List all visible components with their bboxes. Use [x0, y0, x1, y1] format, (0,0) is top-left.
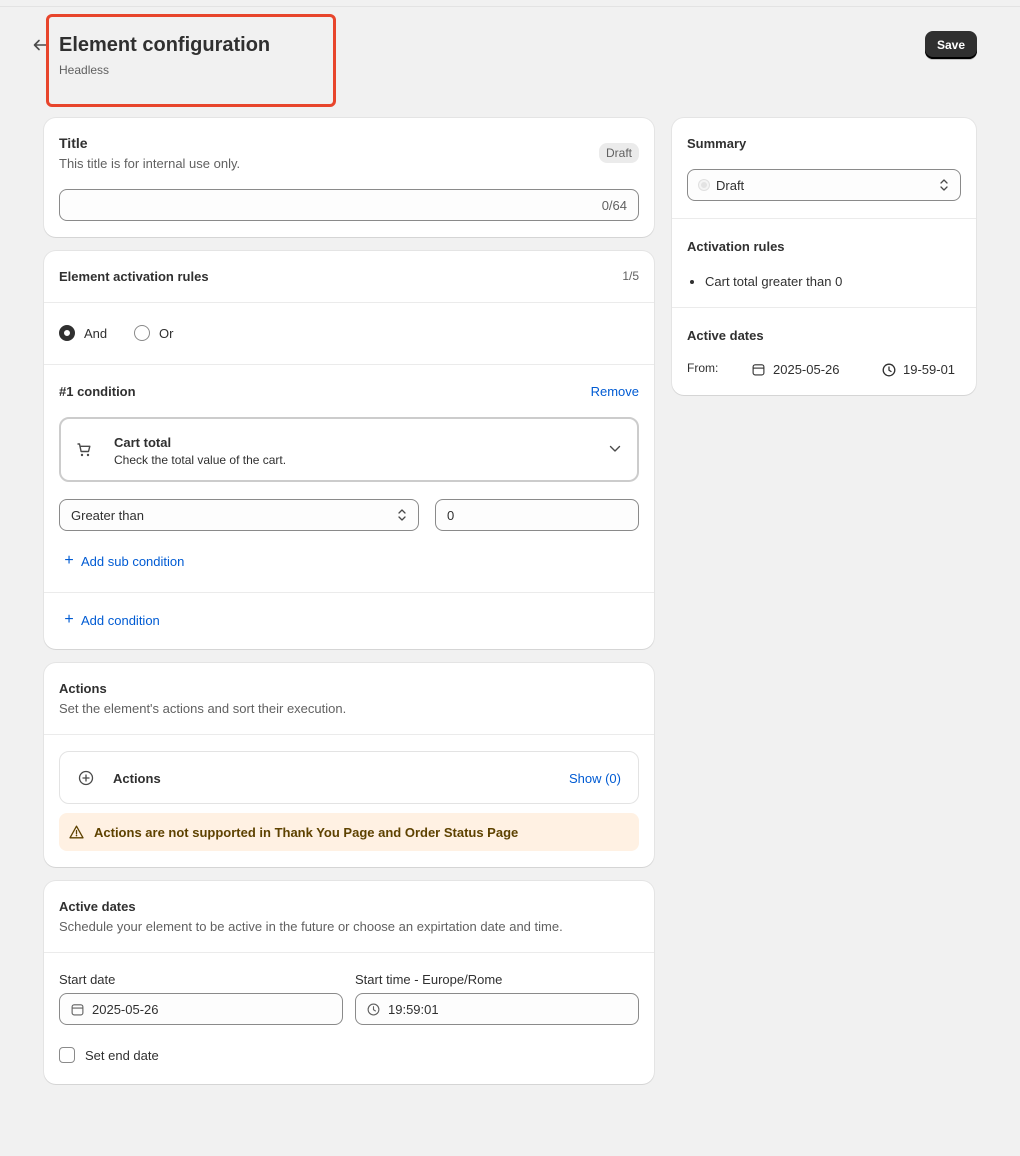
- remove-condition-link[interactable]: Remove: [591, 384, 639, 399]
- operator-select[interactable]: Greater than: [59, 499, 419, 531]
- set-end-date-checkbox[interactable]: Set end date: [59, 1047, 159, 1063]
- summary-start-time: 19-59-01: [882, 362, 955, 377]
- operator-select-value: Greater than: [71, 507, 144, 523]
- condition-type-title: Cart total: [114, 435, 172, 450]
- summary-card: Summary Draft Activation rules Cart tota…: [672, 118, 976, 395]
- activation-rules-card: Element activation rules 1/5 And Or #1 c…: [44, 251, 654, 649]
- select-arrows-icon: [940, 179, 948, 191]
- actions-card: Actions Set the element's actions and so…: [44, 663, 654, 867]
- active-dates-card: Active dates Schedule your element to be…: [44, 881, 654, 1084]
- condition-title: #1 condition: [59, 384, 136, 399]
- active-dates-help: Schedule your element to be active in th…: [59, 919, 563, 934]
- actions-warning-banner: Actions are not supported in Thank You P…: [59, 813, 639, 851]
- start-date-input[interactable]: 2025-05-26: [59, 993, 343, 1025]
- set-end-date-label: Set end date: [85, 1047, 159, 1063]
- plus-icon: +: [64, 611, 74, 628]
- title-highlight-box: Element configuration Headless: [46, 14, 336, 107]
- status-dot-icon: [699, 180, 709, 190]
- active-dates-heading: Active dates: [59, 899, 136, 914]
- actions-row[interactable]: Actions Show (0): [59, 751, 639, 804]
- activation-rules-heading: Element activation rules: [59, 269, 209, 284]
- title-char-counter: 0/64: [601, 197, 627, 213]
- rules-summary-list: Cart total greater than 0: [705, 274, 842, 289]
- add-sub-condition-label: Add sub condition: [81, 553, 185, 569]
- condition-type-select[interactable]: Cart total Check the total value of the …: [59, 417, 639, 482]
- status-badge: Draft: [598, 143, 639, 163]
- amount-input-value: 0: [447, 507, 455, 523]
- summary-time-value: 19-59-01: [903, 362, 956, 377]
- show-actions-link[interactable]: Show (0): [569, 771, 621, 786]
- actions-warning-text: Actions are not supported in Thank You P…: [94, 824, 519, 840]
- start-date-label: Start date: [59, 972, 116, 987]
- radio-and-control[interactable]: [59, 325, 75, 341]
- title-card: Title This title is for internal use onl…: [44, 118, 654, 237]
- start-date-value: 2025-05-26: [92, 1001, 159, 1017]
- activation-rules-summary-heading: Activation rules: [687, 239, 785, 254]
- chevron-down-icon: [609, 445, 621, 452]
- set-end-date-checkbox-control[interactable]: [59, 1047, 75, 1063]
- title-card-help: This title is for internal use only.: [59, 156, 241, 171]
- status-select[interactable]: Draft: [687, 169, 961, 201]
- cart-icon: [77, 443, 91, 457]
- radio-or-label: Or: [159, 325, 174, 341]
- page-title: Element configuration: [59, 34, 271, 56]
- title-card-heading: Title: [59, 135, 88, 151]
- radio-and[interactable]: And: [59, 325, 107, 341]
- actions-row-label: Actions: [113, 771, 161, 786]
- from-label: From:: [687, 361, 719, 375]
- title-input[interactable]: 0/64: [59, 189, 639, 221]
- status-select-value: Draft: [716, 177, 745, 193]
- amount-input[interactable]: 0: [435, 499, 639, 531]
- condition-type-description: Check the total value of the cart.: [114, 453, 287, 467]
- radio-or[interactable]: Or: [134, 325, 173, 341]
- summary-heading: Summary: [687, 136, 747, 151]
- arrow-left-icon: [33, 39, 47, 51]
- calendar-icon: [71, 1003, 84, 1015]
- summary-start-date: 2025-05-26: [752, 362, 840, 377]
- list-item: Cart total greater than 0: [705, 274, 842, 289]
- add-condition-label: Add condition: [81, 612, 160, 628]
- save-button[interactable]: Save: [925, 31, 977, 59]
- select-arrows-icon: [398, 509, 406, 521]
- top-divider: [0, 6, 1020, 7]
- page-subtitle: Headless: [59, 63, 110, 77]
- radio-or-control[interactable]: [134, 325, 150, 341]
- warning-icon: [69, 825, 84, 839]
- radio-and-label: And: [84, 325, 108, 341]
- clock-icon: [367, 1003, 380, 1015]
- plus-icon: +: [64, 552, 74, 569]
- plus-circle-icon: [78, 770, 94, 786]
- actions-heading: Actions: [59, 681, 107, 696]
- rules-count: 1/5: [622, 269, 639, 283]
- add-condition-button[interactable]: + Add condition: [61, 611, 160, 629]
- actions-help: Set the element's actions and sort their…: [59, 701, 347, 716]
- calendar-icon: [752, 364, 765, 376]
- active-dates-summary-heading: Active dates: [687, 328, 764, 343]
- start-time-label: Start time - Europe/Rome: [355, 972, 503, 987]
- start-time-input[interactable]: 19:59:01: [355, 993, 639, 1025]
- add-sub-condition-button[interactable]: + Add sub condition: [61, 552, 184, 570]
- start-time-value: 19:59:01: [388, 1001, 439, 1017]
- clock-icon: [882, 363, 896, 376]
- summary-date-value: 2025-05-26: [773, 362, 840, 377]
